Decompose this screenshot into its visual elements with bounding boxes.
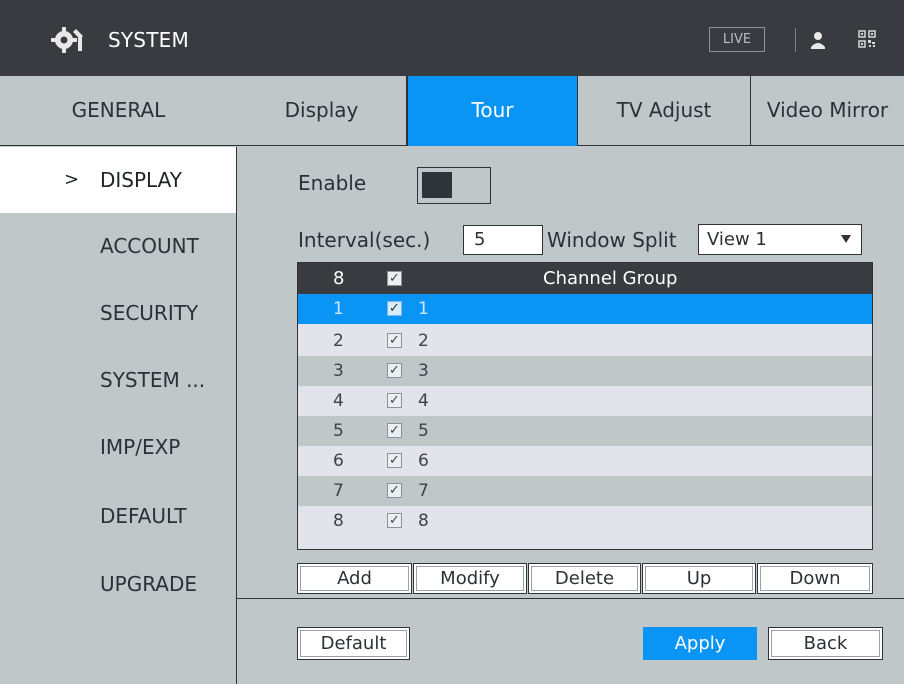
enable-label: Enable — [298, 171, 367, 195]
sidebar-item-label: DEFAULT — [100, 504, 187, 528]
row-checkbox[interactable]: ✓ — [387, 453, 402, 468]
sidebar-item-label: SYSTEM ... — [100, 368, 206, 392]
tab-tour[interactable]: Tour — [407, 76, 577, 146]
window-split-label: Window Split — [547, 228, 677, 252]
sidebar-item-label: ACCOUNT — [100, 234, 199, 258]
row-number: 3 — [333, 361, 344, 381]
sidebar: > DISPLAY ACCOUNT SECURITY SYSTEM ... IM… — [0, 147, 237, 684]
chevron-right-icon: > — [64, 169, 80, 190]
row-number: 8 — [333, 511, 344, 531]
add-button[interactable]: Add — [297, 563, 412, 594]
row-checkbox[interactable]: ✓ — [387, 513, 402, 528]
table-row[interactable]: 1 ✓ 1 — [298, 294, 872, 324]
sidebar-item-account[interactable]: ACCOUNT — [0, 213, 236, 279]
row-channels: 5 — [418, 421, 429, 441]
sidebar-item-upgrade[interactable]: UPGRADE — [0, 551, 236, 617]
sidebar-item-label: UPGRADE — [100, 572, 198, 596]
row-number: 5 — [333, 421, 344, 441]
table-row[interactable]: 6 ✓ 6 — [298, 446, 872, 476]
default-button[interactable]: Default — [297, 627, 410, 660]
row-channels: 3 — [418, 361, 429, 381]
top-bar: SYSTEM LIVE — [0, 0, 904, 76]
tab-general[interactable]: GENERAL — [0, 76, 237, 146]
table-row[interactable]: 4 ✓ 4 — [298, 386, 872, 416]
sidebar-item-imp-exp[interactable]: IMP/EXP — [0, 414, 236, 480]
row-checkbox[interactable]: ✓ — [387, 301, 402, 316]
sidebar-item-display[interactable]: > DISPLAY — [0, 147, 236, 213]
row-channels: 2 — [418, 331, 429, 351]
window-split-select[interactable]: View 1 — [698, 224, 862, 255]
row-channels: 7 — [418, 481, 429, 501]
user-icon[interactable] — [810, 30, 826, 50]
sidebar-item-label: SECURITY — [100, 301, 199, 325]
window-split-value: View 1 — [707, 229, 767, 250]
delete-button[interactable]: Delete — [528, 563, 641, 594]
select-all-checkbox[interactable]: ✓ — [387, 271, 402, 286]
qr-code-icon[interactable] — [858, 30, 876, 48]
row-number: 7 — [333, 481, 344, 501]
channel-group-table: 8 ✓ Channel Group 1 ✓ 1 2 ✓ 2 3 ✓ 3 4 ✓ … — [297, 262, 873, 550]
table-header: 8 ✓ Channel Group — [298, 263, 872, 294]
modify-button[interactable]: Modify — [413, 563, 527, 594]
table-header-count: 8 — [333, 268, 345, 289]
row-checkbox[interactable]: ✓ — [387, 363, 402, 378]
apply-button[interactable]: Apply — [643, 627, 757, 660]
interval-label: Interval(sec.) — [298, 228, 431, 252]
tab-video-mirror[interactable]: Video Mirror — [751, 76, 904, 146]
sidebar-item-label: IMP/EXP — [100, 435, 181, 459]
row-checkbox[interactable]: ✓ — [387, 483, 402, 498]
row-number: 6 — [333, 451, 344, 471]
live-button[interactable]: LIVE — [709, 27, 765, 52]
toggle-knob — [422, 172, 452, 198]
row-number: 2 — [333, 331, 344, 351]
table-row[interactable]: 5 ✓ 5 — [298, 416, 872, 446]
settings-gear-icon — [51, 27, 83, 53]
sidebar-item-security[interactable]: SECURITY — [0, 280, 236, 346]
app-title: SYSTEM — [108, 28, 189, 52]
enable-toggle[interactable] — [417, 167, 491, 204]
tab-tv-adjust[interactable]: TV Adjust — [577, 76, 751, 146]
interval-input[interactable]: 5 — [463, 225, 543, 255]
row-number: 1 — [333, 299, 344, 319]
tab-display[interactable]: Display — [237, 76, 407, 146]
down-button[interactable]: Down — [757, 563, 873, 594]
back-button[interactable]: Back — [768, 627, 883, 660]
row-checkbox[interactable]: ✓ — [387, 423, 402, 438]
tab-bar: GENERAL Display Tour TV Adjust Video Mir… — [0, 76, 904, 146]
row-channels: 8 — [418, 511, 429, 531]
divider — [795, 28, 796, 52]
row-checkbox[interactable]: ✓ — [387, 393, 402, 408]
row-number: 4 — [333, 391, 344, 411]
table-header-channel-group: Channel Group — [543, 268, 678, 289]
up-button[interactable]: Up — [642, 563, 756, 594]
table-row[interactable]: 8 ✓ 8 — [298, 506, 872, 536]
section-divider — [237, 598, 904, 599]
table-row[interactable]: 7 ✓ 7 — [298, 476, 872, 506]
sidebar-item-system[interactable]: SYSTEM ... — [0, 347, 236, 413]
sidebar-divider — [236, 147, 237, 684]
sidebar-item-default[interactable]: DEFAULT — [0, 483, 236, 549]
sidebar-item-label: DISPLAY — [100, 168, 183, 192]
table-row[interactable]: 2 ✓ 2 — [298, 326, 872, 356]
row-channels: 6 — [418, 451, 429, 471]
dropdown-arrow-icon — [841, 235, 851, 243]
row-checkbox[interactable]: ✓ — [387, 333, 402, 348]
table-row[interactable]: 3 ✓ 3 — [298, 356, 872, 386]
row-channels: 4 — [418, 391, 429, 411]
row-channels: 1 — [418, 299, 429, 319]
